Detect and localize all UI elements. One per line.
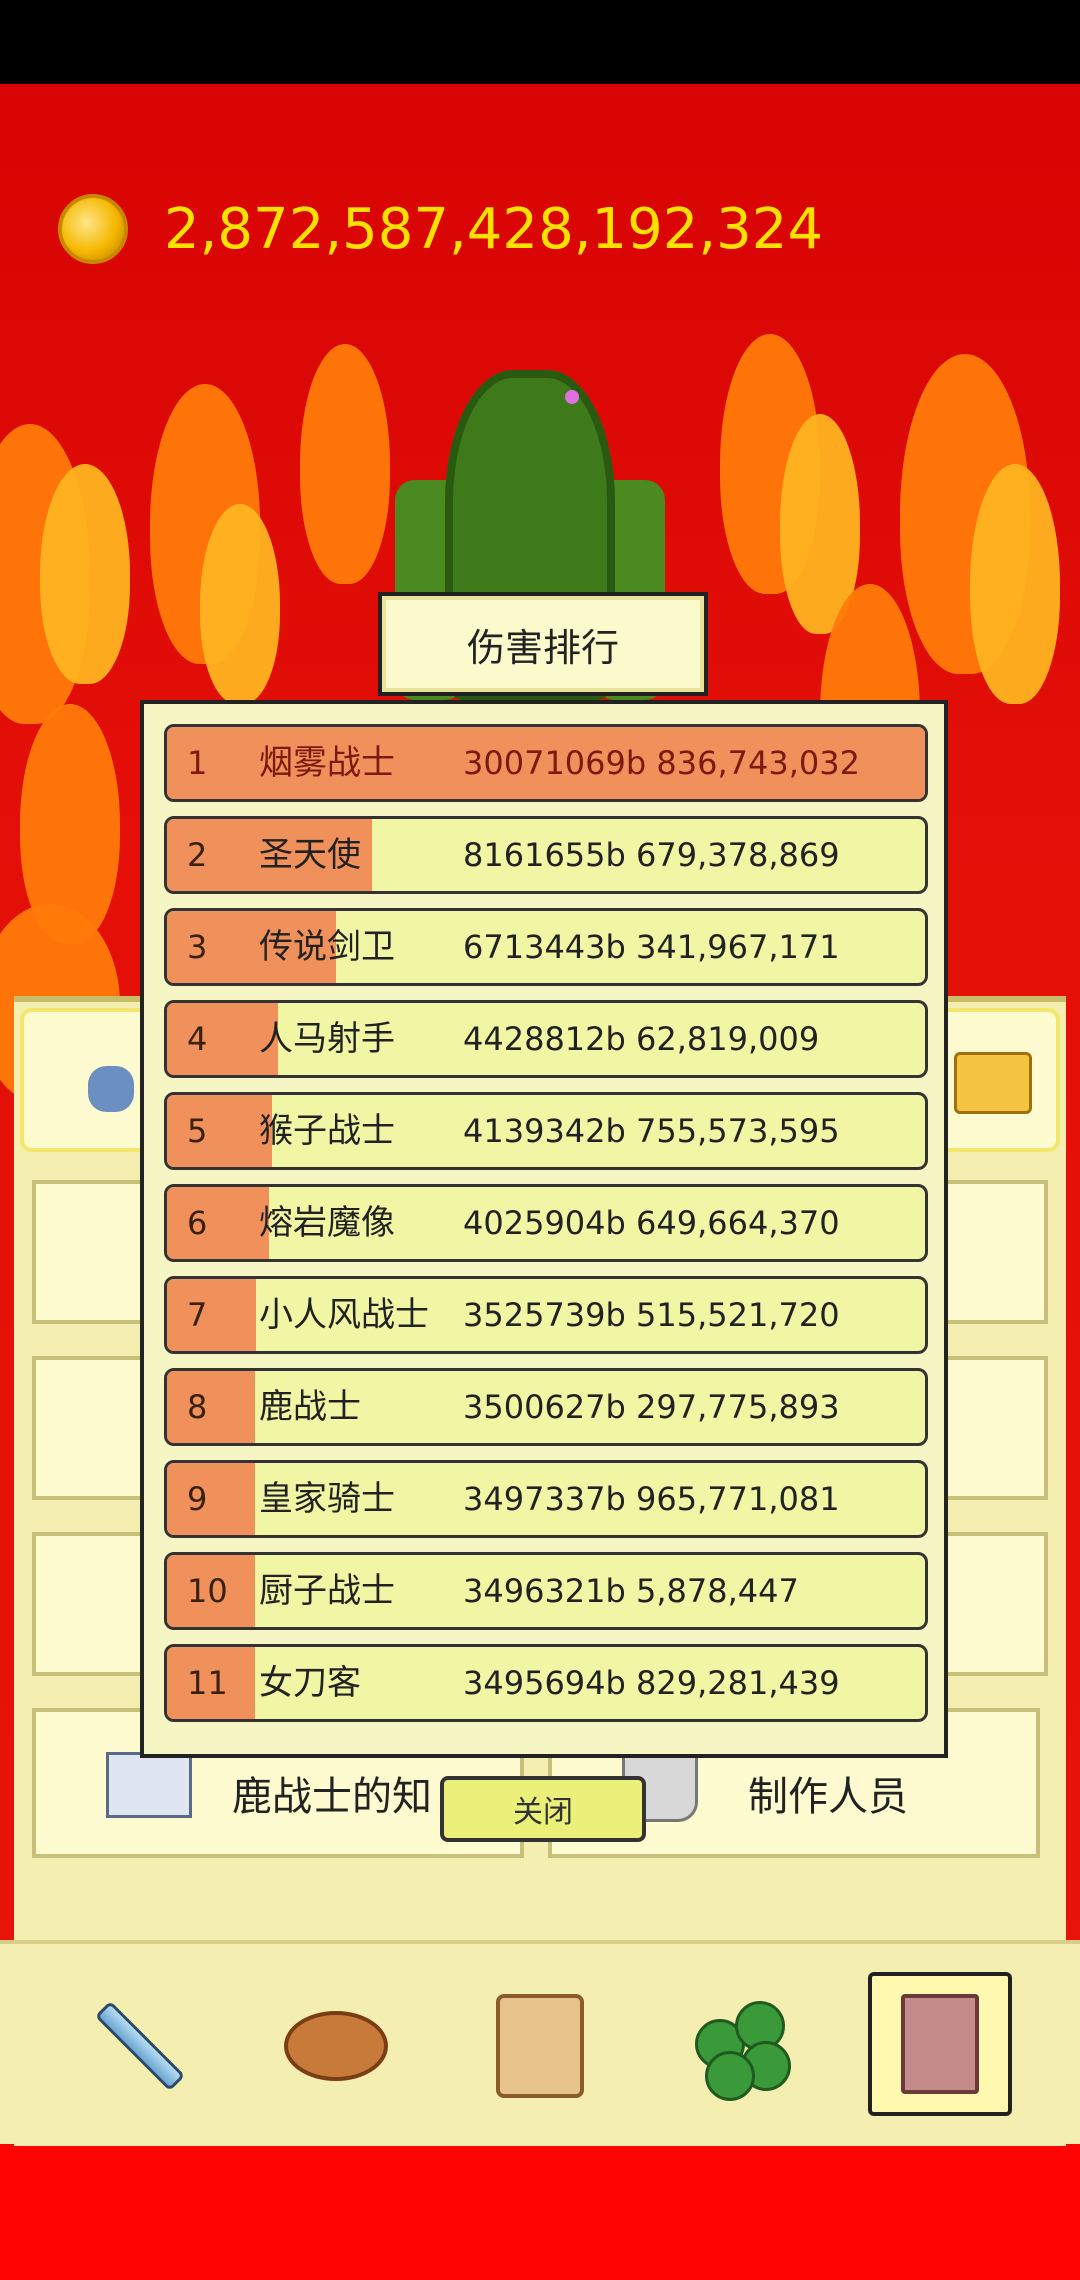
damage-value: 4025904b 649,664,370 [463, 1204, 840, 1242]
flame-decoration [300, 344, 390, 584]
ranking-row: 1 烟雾战士 30071069b 836,743,032 [164, 724, 928, 802]
damage-ranking-dialog: 1 烟雾战士 30071069b 836,743,032 2 圣天使 8161655b 6… [140, 700, 948, 1758]
hero-name: 人马射手 [259, 1019, 395, 1059]
damage-share-bar [167, 1187, 269, 1259]
fish-icon [88, 1066, 134, 1112]
open-book-icon [106, 1752, 192, 1818]
rank-number: 5 [187, 1112, 208, 1150]
damage-share-bar [167, 1371, 255, 1443]
ranking-row: 8 鹿战士 3500627b 297,775,893 [164, 1368, 928, 1446]
currency-display: 2,872,587,428,192,324 [58, 184, 823, 274]
rank-number: 4 [187, 1020, 208, 1058]
menu-label: 制作人员 [748, 1774, 908, 1820]
bread-icon [284, 2011, 388, 2081]
rank-number: 2 [187, 836, 208, 874]
nav-scroll[interactable] [480, 1986, 600, 2106]
dialog-title: 伤害排行 [378, 592, 708, 696]
flame-decoration [200, 504, 280, 704]
damage-share-bar [167, 1279, 256, 1351]
rank-number: 10 [187, 1572, 228, 1610]
hero-name: 烟雾战士 [259, 743, 395, 783]
sword-icon [94, 2000, 186, 2092]
ranking-row: 2 圣天使 8161655b 679,378,869 [164, 816, 928, 894]
hero-name: 鹿战士 [259, 1387, 361, 1427]
damage-value: 30071069b 836,743,032 [463, 744, 860, 782]
nav-clover[interactable] [680, 1986, 800, 2106]
flame-decoration [40, 464, 130, 684]
hero-name: 圣天使 [259, 835, 361, 875]
rank-number: 9 [187, 1480, 208, 1518]
nav-book[interactable] [868, 1972, 1012, 2116]
damage-share-bar [167, 1463, 255, 1535]
damage-value: 6713443b 341,967,171 [463, 928, 840, 966]
rank-number: 1 [187, 744, 208, 782]
scroll-icon [496, 1994, 584, 2098]
damage-value: 3496321b 5,878,447 [463, 1572, 799, 1610]
currency-value: 2,872,587,428,192,324 [164, 196, 824, 262]
clover-icon [695, 2001, 791, 2101]
hero-name: 传说剑卫 [259, 927, 395, 967]
damage-value: 3525739b 515,521,720 [463, 1296, 840, 1334]
rank-number: 11 [187, 1664, 228, 1702]
cheese-icon [954, 1052, 1032, 1114]
book-icon [901, 1994, 979, 2094]
bottom-nav [0, 1940, 1080, 2144]
nav-bread[interactable] [276, 1986, 396, 2106]
flame-decoration [970, 464, 1060, 704]
hero-name: 女刀客 [259, 1663, 361, 1703]
damage-share-bar [167, 1095, 272, 1167]
ranking-row: 9 皇家骑士 3497337b 965,771,081 [164, 1460, 928, 1538]
damage-value: 4139342b 755,573,595 [463, 1112, 840, 1150]
gold-coin-icon [58, 194, 128, 264]
bottom-background [0, 2140, 1080, 2280]
rank-number: 8 [187, 1388, 208, 1426]
damage-value: 8161655b 679,378,869 [463, 836, 840, 874]
hero-name: 猴子战士 [259, 1111, 395, 1151]
hero-name: 皇家骑士 [259, 1479, 395, 1519]
damage-value: 3495694b 829,281,439 [463, 1664, 840, 1702]
ranking-row: 11 女刀客 3495694b 829,281,439 [164, 1644, 928, 1722]
ranking-row: 5 猴子战士 4139342b 755,573,595 [164, 1092, 928, 1170]
hero-name: 厨子战士 [259, 1571, 395, 1611]
ranking-row: 6 熔岩魔像 4025904b 649,664,370 [164, 1184, 928, 1262]
nav-sword[interactable] [80, 1986, 200, 2106]
ranking-row: 7 小人风战士 3525739b 515,521,720 [164, 1276, 928, 1354]
ranking-row: 3 传说剑卫 6713443b 341,967,171 [164, 908, 928, 986]
close-button[interactable]: 关闭 [440, 1776, 646, 1842]
hero-name: 小人风战士 [259, 1295, 429, 1335]
menu-label: 鹿战士的知 [232, 1774, 432, 1820]
ranking-row: 10 厨子战士 3496321b 5,878,447 [164, 1552, 928, 1630]
rank-number: 3 [187, 928, 208, 966]
damage-value: 3497337b 965,771,081 [463, 1480, 840, 1518]
rank-number: 7 [187, 1296, 208, 1334]
damage-value: 4428812b 62,819,009 [463, 1020, 820, 1058]
damage-value: 3500627b 297,775,893 [463, 1388, 840, 1426]
ranking-list: 1 烟雾战士 30071069b 836,743,032 2 圣天使 8161655b 6… [164, 724, 928, 1736]
hero-name: 熔岩魔像 [259, 1203, 395, 1243]
status-bar [0, 0, 1080, 84]
rank-number: 6 [187, 1204, 208, 1242]
ranking-row: 4 人马射手 4428812b 62,819,009 [164, 1000, 928, 1078]
